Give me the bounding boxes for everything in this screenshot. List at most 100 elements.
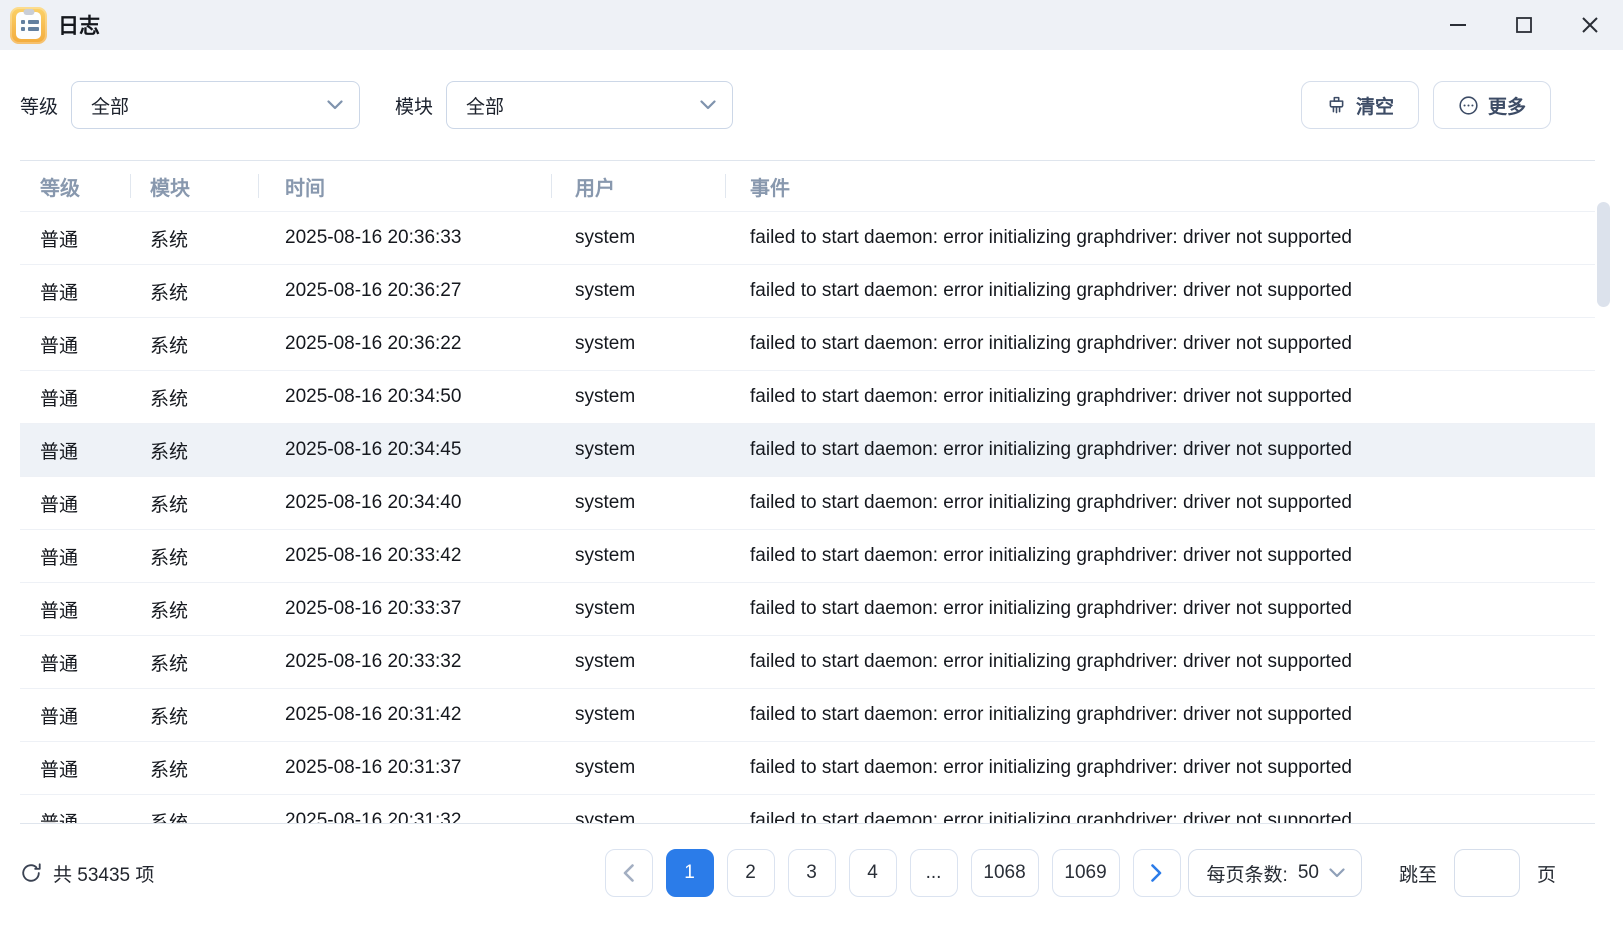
cell-event: failed to start daemon: error initializi…	[725, 704, 1595, 726]
table-row[interactable]: 普通系统2025-08-16 20:34:45systemfailed to s…	[20, 423, 1595, 476]
next-page-button[interactable]	[1133, 849, 1181, 897]
cell-module: 系统	[130, 384, 258, 411]
jump-page-input[interactable]	[1454, 849, 1520, 897]
cell-time: 2025-08-16 20:33:32	[258, 651, 551, 673]
table-row[interactable]: 普通系统2025-08-16 20:33:32systemfailed to s…	[20, 635, 1595, 688]
module-filter-label: 模块	[395, 92, 433, 119]
close-icon	[1581, 16, 1599, 34]
module-select[interactable]: 全部	[446, 81, 733, 129]
cell-level: 普通	[20, 490, 130, 517]
toolbar: 清空 更多	[1301, 81, 1551, 129]
cell-time: 2025-08-16 20:33:37	[258, 598, 551, 620]
cell-event: failed to start daemon: error initializi…	[725, 492, 1595, 514]
cell-time: 2025-08-16 20:31:32	[258, 810, 551, 823]
page-button-1068[interactable]: 1068	[971, 849, 1039, 897]
cell-module: 系统	[130, 225, 258, 252]
table-row[interactable]: 普通系统2025-08-16 20:31:37systemfailed to s…	[20, 741, 1595, 794]
cell-user: system	[551, 704, 725, 726]
column-header-level: 等级	[20, 161, 130, 211]
cell-module: 系统	[130, 755, 258, 782]
cell-module: 系统	[130, 543, 258, 570]
table-header: 等级 模块 时间 用户 事件	[20, 161, 1595, 211]
cell-level: 普通	[20, 755, 130, 782]
page-button-4[interactable]: 4	[849, 849, 897, 897]
level-filter-label: 等级	[20, 92, 58, 119]
table-row[interactable]: 普通系统2025-08-16 20:31:32systemfailed to s…	[20, 794, 1595, 823]
cell-time: 2025-08-16 20:34:40	[258, 492, 551, 514]
cell-level: 普通	[20, 331, 130, 358]
chevron-down-icon	[327, 100, 343, 110]
page-size-select[interactable]: 每页条数: 50	[1188, 849, 1362, 897]
page-button-3[interactable]: 3	[788, 849, 836, 897]
clear-button-label: 清空	[1356, 92, 1394, 119]
table-row[interactable]: 普通系统2025-08-16 20:33:37systemfailed to s…	[20, 582, 1595, 635]
table-row[interactable]: 普通系统2025-08-16 20:36:22systemfailed to s…	[20, 317, 1595, 370]
pagination-bar: 共 53435 项 1234... 1068 1069 每页条数: 50 跳至 页	[20, 849, 1556, 897]
module-select-value: 全部	[466, 92, 700, 119]
column-header-module: 模块	[130, 161, 258, 211]
cell-time: 2025-08-16 20:34:50	[258, 386, 551, 408]
cell-time: 2025-08-16 20:36:27	[258, 280, 551, 302]
page-size-label: 每页条数:	[1207, 860, 1288, 887]
level-select[interactable]: 全部	[71, 81, 360, 129]
table-row[interactable]: 普通系统2025-08-16 20:31:42systemfailed to s…	[20, 688, 1595, 741]
total-count-text: 共 53435 项	[53, 860, 154, 887]
page-ellipsis-button[interactable]: ...	[910, 849, 958, 897]
table-row[interactable]: 普通系统2025-08-16 20:36:27systemfailed to s…	[20, 264, 1595, 317]
cell-time: 2025-08-16 20:31:37	[258, 757, 551, 779]
cell-user: system	[551, 333, 725, 355]
cell-user: system	[551, 492, 725, 514]
table-row[interactable]: 普通系统2025-08-16 20:34:40systemfailed to s…	[20, 476, 1595, 529]
cell-event: failed to start daemon: error initializi…	[725, 810, 1595, 823]
chevron-left-icon	[623, 864, 634, 882]
table-row[interactable]: 普通系统2025-08-16 20:33:42systemfailed to s…	[20, 529, 1595, 582]
page-button-1[interactable]: 1	[666, 849, 714, 897]
close-button[interactable]	[1557, 0, 1623, 50]
filter-bar: 等级 全部 模块 全部 清空 更多	[20, 81, 1551, 129]
page-button-1069[interactable]: 1069	[1052, 849, 1120, 897]
refresh-button[interactable]	[20, 862, 42, 884]
page-button-2[interactable]: 2	[727, 849, 775, 897]
chevron-down-icon	[1329, 868, 1345, 878]
cell-user: system	[551, 598, 725, 620]
table-row[interactable]: 普通系统2025-08-16 20:34:50systemfailed to s…	[20, 370, 1595, 423]
log-table: 等级 模块 时间 用户 事件 普通系统2025-08-16 20:36:33sy…	[20, 160, 1595, 824]
maximize-button[interactable]	[1491, 0, 1557, 50]
cell-user: system	[551, 545, 725, 567]
cell-level: 普通	[20, 543, 130, 570]
chevron-right-icon	[1151, 864, 1162, 882]
cell-level: 普通	[20, 384, 130, 411]
jump-label: 跳至	[1399, 860, 1437, 887]
clear-button[interactable]: 清空	[1301, 81, 1419, 129]
log-viewer-window: { "window": { "title": "日志" }, "filters"…	[0, 0, 1623, 943]
circle-ellipsis-icon	[1458, 95, 1479, 116]
cell-time: 2025-08-16 20:34:45	[258, 439, 551, 461]
cell-event: failed to start daemon: error initializi…	[725, 227, 1595, 249]
level-select-value: 全部	[91, 92, 327, 119]
page-size-value: 50	[1298, 862, 1319, 884]
more-button[interactable]: 更多	[1433, 81, 1551, 129]
minimize-icon	[1449, 16, 1467, 34]
cell-event: failed to start daemon: error initializi…	[725, 333, 1595, 355]
cell-level: 普通	[20, 649, 130, 676]
refresh-icon	[20, 862, 42, 884]
titlebar: 日志	[0, 0, 1623, 50]
minimize-button[interactable]	[1425, 0, 1491, 50]
cell-user: system	[551, 386, 725, 408]
cell-level: 普通	[20, 437, 130, 464]
jump-to-page: 跳至 页	[1399, 849, 1556, 897]
cell-user: system	[551, 810, 725, 823]
scrollbar-thumb[interactable]	[1597, 202, 1610, 307]
pagination-summary: 共 53435 项	[20, 860, 154, 887]
prev-page-button[interactable]	[605, 849, 653, 897]
cell-module: 系统	[130, 808, 258, 824]
cell-user: system	[551, 757, 725, 779]
cell-time: 2025-08-16 20:33:42	[258, 545, 551, 567]
cell-event: failed to start daemon: error initializi…	[725, 280, 1595, 302]
clipboard-list-icon	[16, 12, 41, 39]
cell-event: failed to start daemon: error initializi…	[725, 651, 1595, 673]
table-row[interactable]: 普通系统2025-08-16 20:36:33systemfailed to s…	[20, 211, 1595, 264]
cell-module: 系统	[130, 331, 258, 358]
cell-user: system	[551, 439, 725, 461]
cell-event: failed to start daemon: error initializi…	[725, 598, 1595, 620]
